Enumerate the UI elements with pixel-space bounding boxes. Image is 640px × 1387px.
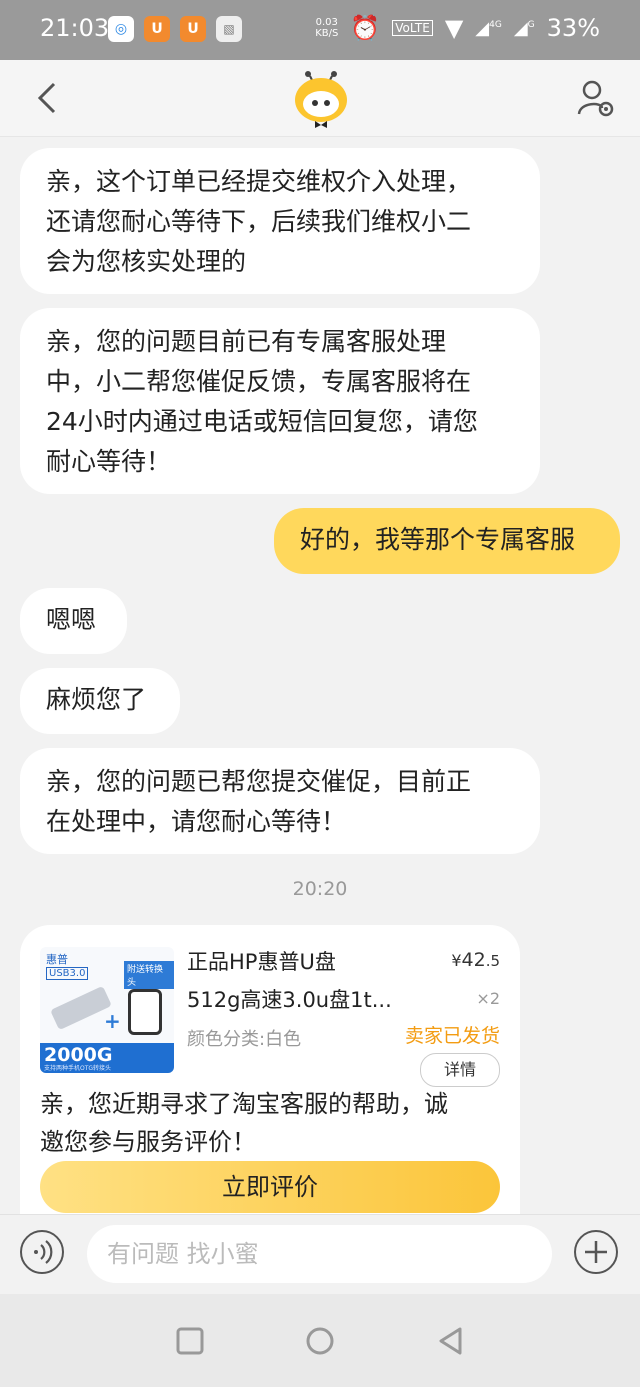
wifi-icon: ▼ <box>444 14 464 42</box>
square-icon[interactable] <box>175 1326 205 1356</box>
voice-icon[interactable] <box>20 1230 64 1274</box>
usb-drive-image <box>50 985 112 1031</box>
agent-message: 麻烦您了 <box>20 668 180 734</box>
rate-now-button[interactable]: 立即评价 <box>40 1161 500 1213</box>
alarm-icon: ⏰ <box>350 14 381 42</box>
message-text: 亲，这个订单已经提交维权介入处理， 还请您耐心等待下，后续我们维权小二 会为您核… <box>46 167 472 276</box>
agent-message: 亲，您的问题目前已有专属客服处理 中，小二帮您催促反馈，专属客服将在 24小时内… <box>20 308 540 494</box>
plus-icon[interactable] <box>574 1230 618 1274</box>
product-quantity: ×2 <box>476 989 500 1008</box>
message-text: 麻烦您了 <box>46 685 147 714</box>
input-bar: 有问题 找小蜜 <box>0 1214 640 1295</box>
agent-message: 亲，您的问题已帮您提交催促，目前正 在处理中，请您耐心等待！ <box>20 748 540 854</box>
order-evaluation-card: 惠普 USB3.0 附送转换头 + 2000G 支持两种手机OTG转接头 正品H… <box>20 925 520 1214</box>
volte-icon: VoLTE <box>392 20 433 36</box>
agent-message: 亲，这个订单已经提交维权介入处理， 还请您耐心等待下，后续我们维权小二 会为您核… <box>20 148 540 294</box>
chevron-left-icon[interactable] <box>30 78 70 118</box>
circle-icon[interactable] <box>305 1326 335 1356</box>
system-nav-bar <box>0 1294 640 1387</box>
network-speed: 0.03 KB/S <box>315 17 339 39</box>
message-text: 好的，我等那个专属客服 <box>300 525 576 554</box>
message-text: 亲，您的问题目前已有专属客服处理 中，小二帮您催促反馈，专属客服将在 24小时内… <box>46 327 478 476</box>
uc-browser-icon: U <box>180 16 206 42</box>
message-text: 亲，您的问题已帮您提交催促，目前正 在处理中，请您耐心等待！ <box>46 767 472 836</box>
signal-4g-icon: ◢4G <box>475 17 502 39</box>
user-settings-icon[interactable] <box>576 78 616 118</box>
message-text: 嗯嗯 <box>46 605 97 634</box>
image-notification-icon: ▧ <box>216 16 242 42</box>
message-input[interactable]: 有问题 找小蜜 <box>87 1225 552 1283</box>
chat-header <box>0 60 640 137</box>
status-right: 0.03 KB/S ⏰ VoLTE ▼ ◢4G ◢G 33% <box>315 14 600 42</box>
product-sku: 颜色分类:白色 <box>187 1029 302 1050</box>
product-thumbnail[interactable]: 惠普 USB3.0 附送转换头 + 2000G 支持两种手机OTG转接头 <box>40 947 174 1073</box>
otg-adapter-image <box>128 989 162 1035</box>
evaluation-invite-text: 亲，您近期寻求了淘宝客服的帮助，诚 邀您参与服务评价！ <box>40 1090 448 1156</box>
order-status: 卖家已发货 <box>404 1025 500 1047</box>
status-bar: 21:03 ◎ U U ▧ 0.03 KB/S ⏰ VoLTE ▼ ◢4G ◢G… <box>0 0 640 60</box>
xiaomi-mascot-icon <box>295 71 347 128</box>
signal-g-icon: ◢G <box>513 17 535 39</box>
battery-percent: 33% <box>546 14 600 42</box>
status-time: 21:03 <box>40 14 110 42</box>
product-title[interactable]: 正品HP惠普U盘 512g高速3.0u盘1t... <box>187 943 417 1019</box>
alipay-notification-icon: ◎ <box>108 16 134 42</box>
product-price: ¥42.5 <box>451 949 500 971</box>
order-detail-button[interactable]: 详情 <box>420 1053 500 1087</box>
uc-browser-icon: U <box>144 16 170 42</box>
triangle-back-icon[interactable] <box>436 1326 466 1356</box>
notification-icons: ◎ U U ▧ <box>108 16 242 42</box>
chat-message-list[interactable]: 亲，这个订单已经提交维权介入处理， 还请您耐心等待下，后续我们维权小二 会为您核… <box>0 136 640 1214</box>
user-message: 好的，我等那个专属客服 <box>274 508 620 574</box>
agent-message: 嗯嗯 <box>20 588 127 654</box>
message-timestamp: 20:20 <box>292 878 348 900</box>
